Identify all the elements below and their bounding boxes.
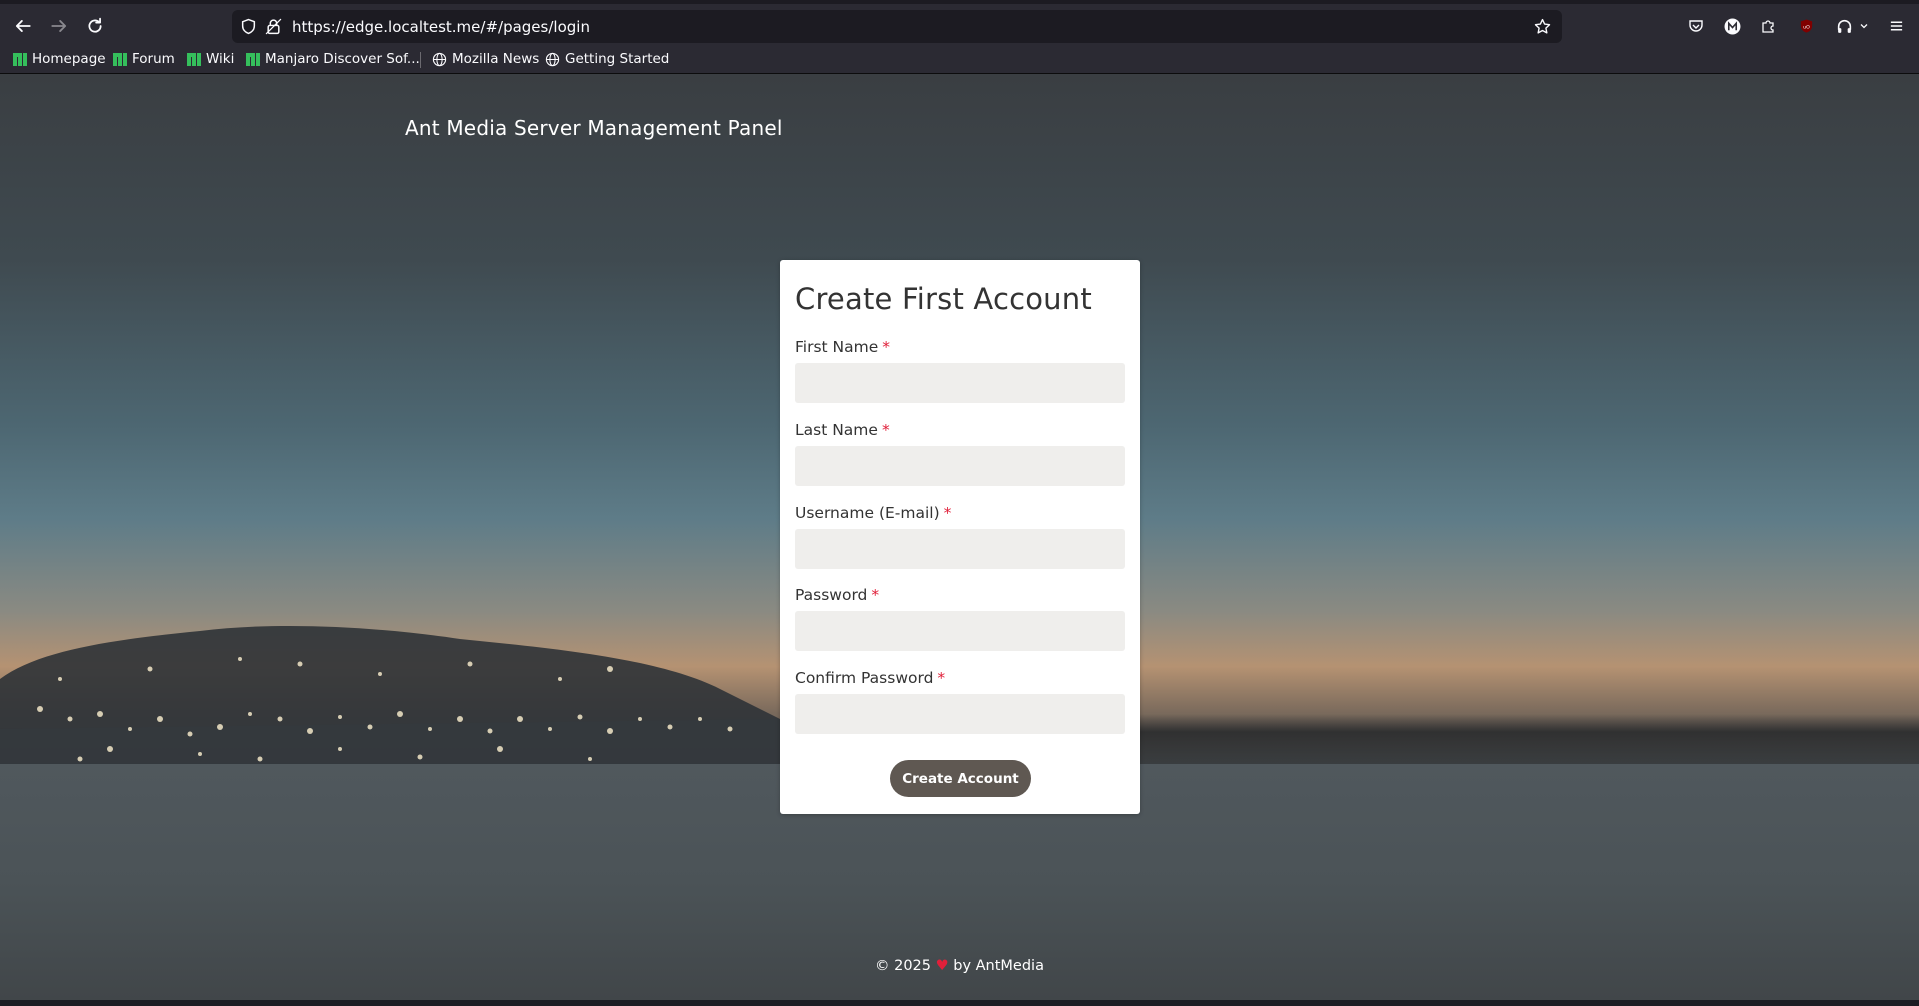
bookmark-homepage[interactable]: Homepage [12,49,106,69]
required-asterisk: * [881,421,890,439]
manjaro-icon [12,52,27,67]
create-account-form: Create First Account First Name * Last Na… [780,260,1140,814]
last-name-label: Last Name * [795,421,890,439]
password-input[interactable] [795,611,1125,651]
bookmark-mozilla-news[interactable]: Mozilla News [432,49,539,69]
footer: © 2025 ♥ by AntMedia [0,958,1919,974]
url-text[interactable]: https://edge.localtest.me/#/pages/login [292,18,590,36]
hamburger-menu-icon[interactable] [1886,16,1906,36]
window-bottom-edge [0,1000,1919,1006]
password-label: Password * [795,586,880,604]
ublock-origin-icon[interactable]: uO [1796,16,1816,36]
first-name-input[interactable] [795,363,1125,403]
bookmark-manjaro-discover[interactable]: Manjaro Discover Sof... [245,49,420,69]
address-bar[interactable]: https://edge.localtest.me/#/pages/login [232,10,1562,43]
required-asterisk: * [937,669,946,687]
required-asterisk: * [871,586,880,604]
bookmark-separator [420,52,421,68]
globe-icon [432,52,447,66]
bookmark-star-icon[interactable] [1534,18,1551,35]
username-email-input[interactable] [795,529,1125,569]
required-asterisk: * [943,504,952,522]
shield-icon [241,18,256,35]
back-button[interactable] [9,12,37,40]
pocket-icon[interactable] [1686,16,1706,36]
bookmark-getting-started[interactable]: Getting Started [545,49,669,69]
bookmark-label: Homepage [32,51,106,67]
create-account-button[interactable]: Create Account [890,760,1031,797]
svg-text:uO: uO [1803,24,1810,30]
required-asterisk: * [882,338,891,356]
bookmark-label: Getting Started [565,51,670,67]
chevron-down-icon[interactable] [1858,16,1870,36]
lock-icon [265,18,282,35]
page-background: Ant Media Server Management Panel Create… [0,74,1919,1000]
confirm-password-input[interactable] [795,694,1125,734]
username-label: Username (E-mail) * [795,504,952,522]
bookmarks-toolbar: Homepage Forum Wiki Manjaro Discover Sof… [0,45,1919,74]
manjaro-icon [245,52,260,67]
manjaro-icon [186,52,201,67]
globe-icon [545,52,560,66]
island-lights-background [0,625,780,779]
manjaro-icon [112,52,127,67]
bookmark-label: Mozilla News [452,51,540,67]
back-arrow-icon [15,20,31,32]
headphones-icon[interactable] [1834,16,1854,36]
page-title: Ant Media Server Management Panel [405,116,783,140]
bookmark-label: Forum [132,51,175,67]
form-title: Create First Account [795,282,1092,316]
extensions-puzzle-icon[interactable] [1758,16,1778,36]
reload-button[interactable] [81,12,109,40]
copyright-text: © 2025 [875,958,932,974]
confirm-password-label: Confirm Password * [795,669,946,687]
account-avatar-icon[interactable] [1722,16,1742,36]
bookmark-forum[interactable]: Forum [112,49,175,69]
browser-toolbar: https://edge.localtest.me/#/pages/login … [0,0,1919,45]
bookmark-wiki[interactable]: Wiki [186,49,234,69]
bookmark-label: Wiki [206,51,235,67]
first-name-label: First Name * [795,338,891,356]
forward-button[interactable] [45,12,73,40]
reload-icon [88,17,102,33]
forward-arrow-icon [51,20,67,32]
last-name-input[interactable] [795,446,1125,486]
bookmark-label: Manjaro Discover Sof... [265,51,420,67]
heart-icon: ♥ [935,958,949,974]
footer-credit[interactable]: by AntMedia [953,958,1044,974]
